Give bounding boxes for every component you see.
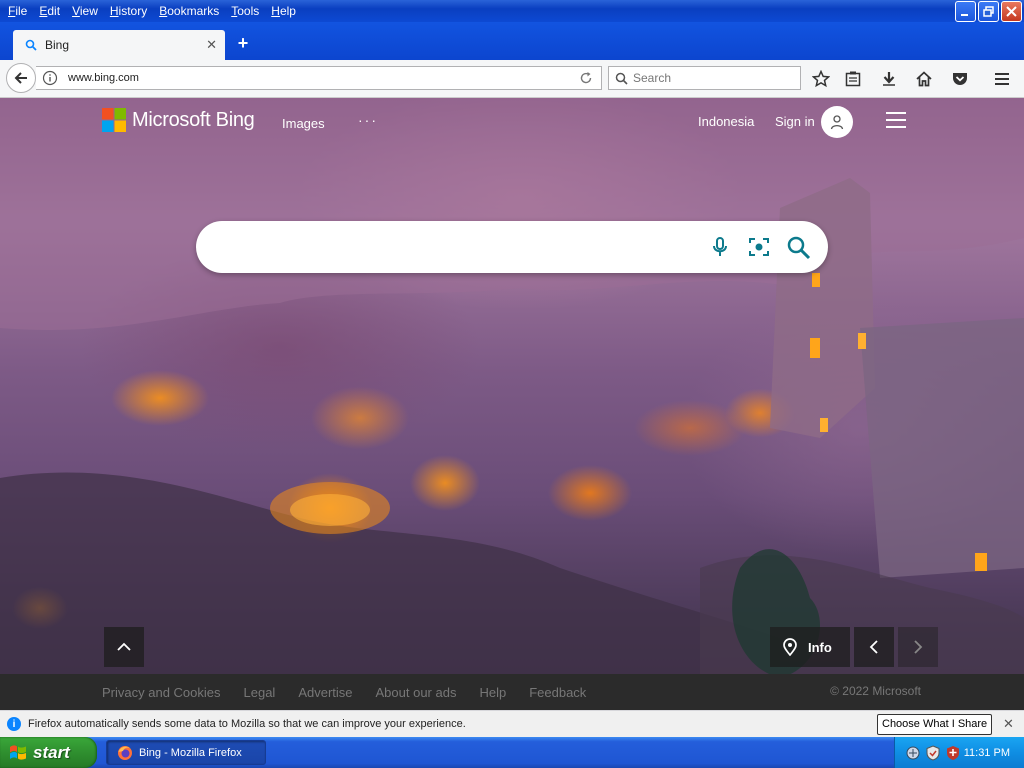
restore-button[interactable] (978, 1, 999, 22)
firefox-icon (118, 745, 132, 760)
system-tray: 11:31 PM (894, 737, 1024, 768)
footer-link-feedback[interactable]: Feedback (529, 685, 586, 700)
bing-homepage: Microsoft Bing Images ··· Indonesia Sign… (0, 98, 1024, 710)
tab-bing[interactable]: Bing ✕ (13, 30, 225, 60)
menu-bookmarks[interactable]: Bookmarks (153, 1, 225, 21)
footer-links: Privacy and Cookies Legal Advertise Abou… (102, 685, 609, 700)
nav-more-button[interactable]: ··· (358, 112, 378, 128)
search-bar-placeholder: Search (633, 71, 672, 85)
security-center-icon[interactable] (925, 744, 941, 761)
sign-in-link[interactable]: Sign in (775, 114, 815, 129)
clock: 11:31 PM (963, 746, 1010, 759)
navigation-toolbar: www.bing.com Search (0, 60, 1024, 98)
search-bar[interactable]: Search (608, 66, 801, 90)
download-arrow-icon (883, 72, 895, 86)
choose-what-i-share-button[interactable]: Choose What I Share (877, 714, 993, 735)
windows-flag-icon (10, 744, 26, 760)
arrow-left-icon (14, 72, 27, 84)
downloads-button[interactable] (879, 69, 899, 89)
menu-help[interactable]: Help (265, 1, 302, 21)
restore-icon (983, 6, 994, 17)
chevron-right-icon (914, 640, 923, 654)
chevron-up-icon (117, 642, 131, 651)
search-icon (615, 72, 628, 85)
open-menu-button[interactable] (992, 69, 1012, 89)
microsoft-logo-icon (102, 108, 126, 132)
hamburger-line (886, 119, 906, 121)
minimize-icon (961, 14, 968, 16)
menu-bar: File Edit View History Bookmarks Tools H… (2, 0, 302, 22)
menu-view[interactable]: View (66, 1, 104, 21)
home-button[interactable] (914, 69, 934, 89)
hamburger-line (886, 112, 906, 114)
location-pin-icon (783, 638, 797, 656)
window-controls (955, 1, 1022, 22)
url-bar[interactable]: www.bing.com (36, 66, 602, 90)
new-tab-button[interactable]: + (233, 33, 253, 53)
menu-edit[interactable]: Edit (33, 1, 66, 21)
search-icon[interactable] (786, 235, 812, 261)
footer-link-help[interactable]: Help (479, 685, 506, 700)
menu-tools[interactable]: Tools (225, 1, 265, 21)
info-label: Info (808, 639, 832, 655)
menu-history[interactable]: History (104, 1, 153, 21)
copyright-text: © 2022 Microsoft (830, 684, 921, 698)
close-icon[interactable]: ✕ (1003, 716, 1014, 732)
image-info-button[interactable]: Info (770, 627, 850, 667)
microphone-icon[interactable] (708, 235, 732, 259)
star-icon (812, 70, 830, 88)
footer-link-advertise[interactable]: Advertise (298, 685, 352, 700)
bing-header: Microsoft Bing Images ··· Indonesia Sign… (0, 98, 1024, 148)
menu-file[interactable]: File (2, 1, 33, 21)
taskbar-item-label: Bing - Mozilla Firefox (139, 746, 242, 759)
taskbar: start Bing - Mozilla Firefox 11:31 PM (0, 737, 1024, 768)
next-image-button[interactable] (898, 627, 938, 667)
hamburger-line (886, 126, 906, 128)
bing-search-box[interactable] (196, 221, 828, 273)
avatar[interactable] (821, 106, 853, 138)
bookmark-star-button[interactable] (811, 69, 831, 89)
region-link[interactable]: Indonesia (698, 114, 754, 129)
footer-link-privacy[interactable]: Privacy and Cookies (102, 685, 221, 700)
menu-icon (995, 73, 1009, 85)
minimize-button[interactable] (955, 1, 976, 22)
footer-link-legal[interactable]: Legal (244, 685, 276, 700)
window-titlebar: File Edit View History Bookmarks Tools H… (0, 0, 1024, 22)
chevron-left-icon (869, 640, 878, 654)
taskbar-item-firefox[interactable]: Bing - Mozilla Firefox (106, 740, 266, 765)
site-info-icon[interactable] (42, 70, 58, 86)
notification-text: Firefox automatically sends some data to… (28, 718, 466, 730)
close-window-button[interactable] (1001, 1, 1022, 22)
reading-list-button[interactable] (843, 69, 863, 89)
scroll-up-button[interactable] (104, 627, 144, 667)
shield-icon[interactable] (945, 745, 961, 761)
info-icon: i (7, 717, 21, 731)
start-label: start (33, 742, 70, 762)
hamburger-menu-button[interactable] (886, 112, 906, 128)
footer-link-about-ads[interactable]: About our ads (376, 685, 457, 700)
tab-close-icon[interactable]: ✕ (206, 37, 217, 53)
microsoft-bing-logo[interactable]: Microsoft Bing (102, 108, 255, 132)
network-icon[interactable] (905, 745, 921, 761)
pocket-button[interactable] (950, 69, 970, 89)
notification-bar: i Firefox automatically sends some data … (0, 710, 1024, 737)
clipboard-icon (845, 71, 861, 87)
logo-text: Microsoft Bing (132, 108, 255, 131)
url-text[interactable]: www.bing.com (68, 72, 579, 84)
start-button[interactable]: start (0, 737, 97, 768)
reload-icon[interactable] (579, 71, 593, 85)
nav-images-link[interactable]: Images (282, 116, 325, 131)
home-icon (916, 71, 932, 87)
search-icon (25, 39, 37, 51)
tab-title: Bing (45, 38, 70, 52)
close-icon (1006, 6, 1017, 17)
visual-search-icon[interactable] (747, 235, 771, 259)
bing-footer: Privacy and Cookies Legal Advertise Abou… (0, 674, 1024, 710)
previous-image-button[interactable] (854, 627, 894, 667)
tab-strip: Bing ✕ + (0, 22, 1024, 60)
back-button[interactable] (6, 63, 36, 93)
user-icon (830, 115, 844, 130)
pocket-icon (953, 73, 967, 85)
background-image (0, 98, 1024, 710)
